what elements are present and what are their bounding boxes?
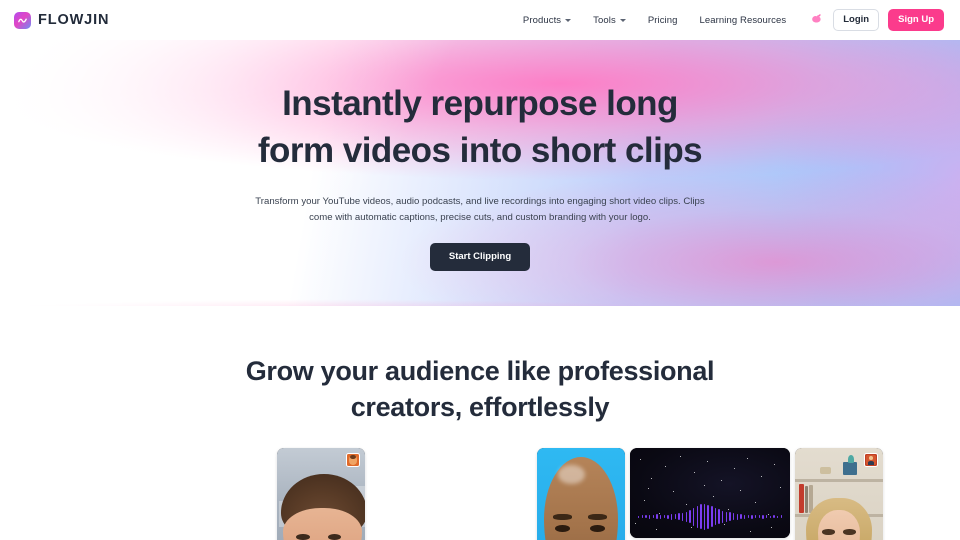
wave-logo-icon xyxy=(14,11,31,29)
nav-item-pricing[interactable]: Pricing xyxy=(648,15,678,26)
nav-item-tools-label: Tools xyxy=(593,14,616,26)
clip-3-waveform xyxy=(638,503,782,530)
nav-item-learning-resources[interactable]: Learning Resources xyxy=(700,15,787,26)
clip-showcase-strip xyxy=(0,447,960,540)
login-button[interactable]: Login xyxy=(833,9,880,31)
hero-title-line-2: form videos into short clips xyxy=(257,130,703,170)
nav-item-tools[interactable]: Tools xyxy=(593,15,626,26)
clip-1-badge-icon xyxy=(346,452,360,467)
section-title-line-2: creators, effortlessly xyxy=(350,391,610,422)
hero-title-line-1: Instantly repurpose long xyxy=(282,84,678,123)
hero-subtitle: Transform your YouTube videos, audio pod… xyxy=(255,196,705,223)
section-title-line-1: Grow your audience like professional xyxy=(245,356,715,386)
chevron-down-icon xyxy=(565,19,572,22)
section-title: Grow your audience like professional cre… xyxy=(245,354,715,426)
nav-item-products[interactable]: Products xyxy=(522,14,572,26)
clip-card-4[interactable] xyxy=(795,447,883,540)
start-clipping-button[interactable]: Start Clipping xyxy=(429,243,531,271)
clip-2-highlight xyxy=(558,464,585,484)
brand-name: FLOWJIN xyxy=(38,11,110,28)
nav-item-learning-resources-label: Learning Resources xyxy=(699,14,787,26)
top-navigation-bar: FLOWJIN Products Tools Pricing Learning … xyxy=(0,0,960,40)
brand-logo[interactable]: FLOWJIN xyxy=(14,11,110,29)
audience-growth-section: Grow your audience like professional cre… xyxy=(0,306,960,540)
hero-title: Instantly repurpose long form videos int… xyxy=(257,81,703,174)
clip-thumbnail-2 xyxy=(537,447,625,540)
nav-links: Products Tools Pricing Learning Resource… xyxy=(523,15,786,26)
pink-blob-icon[interactable] xyxy=(808,12,824,28)
hero-section: Instantly repurpose long form videos int… xyxy=(0,40,960,306)
clip-card-1[interactable] xyxy=(277,447,365,540)
clip-4-badge-icon xyxy=(864,452,878,467)
chevron-down-icon xyxy=(619,19,626,22)
hero-content: Instantly repurpose long form videos int… xyxy=(0,40,960,306)
nav-actions: Login Sign Up xyxy=(808,9,944,31)
clip-thumbnail-3 xyxy=(630,447,790,538)
nav-item-pricing-label: Pricing xyxy=(647,14,678,26)
signup-button[interactable]: Sign Up xyxy=(888,9,944,31)
clip-card-2[interactable] xyxy=(537,447,625,540)
clip-card-3[interactable] xyxy=(630,447,790,538)
nav-item-products-label: Products xyxy=(522,14,562,26)
